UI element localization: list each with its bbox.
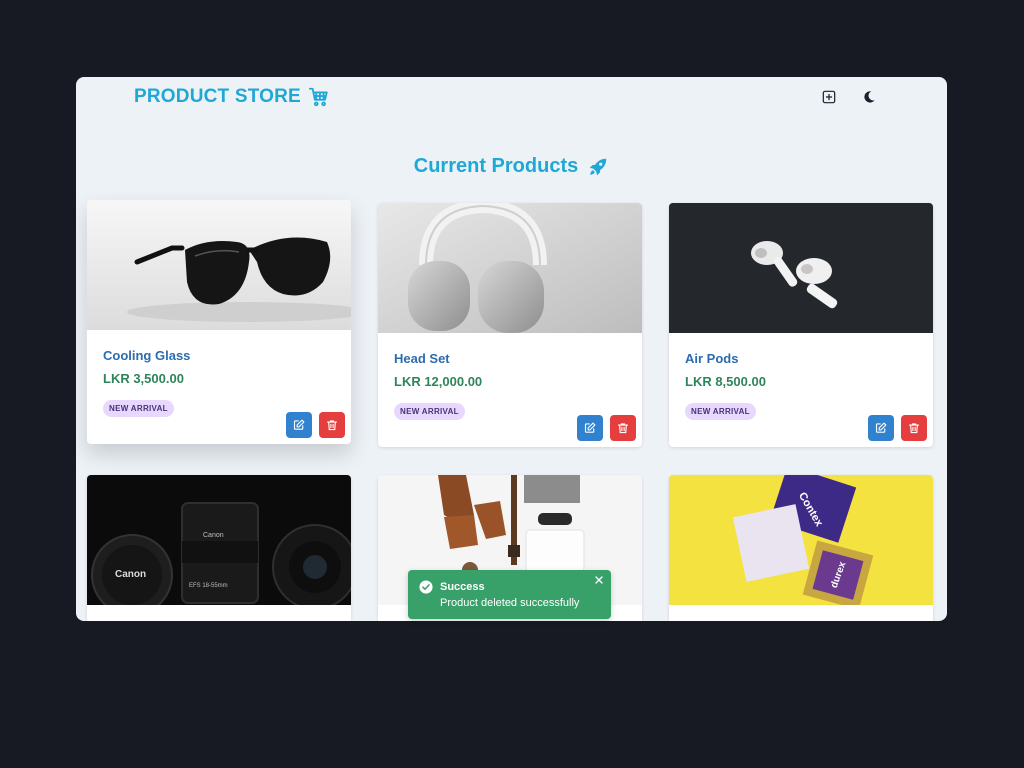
trash-icon (617, 423, 629, 434)
moon-icon (864, 91, 875, 103)
add-product-button[interactable] (816, 86, 842, 108)
navbar: PRODUCT STORE (76, 77, 947, 117)
product-card[interactable]: Cooling Glass LKR 3,500.00 NEW ARRIVAL (87, 200, 351, 444)
edit-icon (293, 419, 305, 430)
delete-button[interactable] (901, 415, 927, 441)
theme-toggle-button[interactable] (856, 86, 882, 108)
product-name: Air Pods (685, 351, 739, 366)
product-image (378, 203, 642, 333)
brand-title: PRODUCT STORE (134, 86, 301, 107)
svg-text:Canon: Canon (115, 569, 146, 580)
product-card[interactable]: Canon Canon EFS 18-55mm (87, 475, 351, 621)
status-badge: NEW ARRIVAL (103, 400, 174, 417)
toast-message: Product deleted successfully (440, 597, 580, 609)
trash-icon (908, 423, 920, 434)
product-price: LKR 8,500.00 (685, 374, 766, 389)
product-image (669, 203, 933, 333)
edit-icon (584, 422, 596, 433)
product-name: Cooling Glass (103, 348, 191, 363)
toast-title: Success (440, 581, 485, 593)
status-badge: NEW ARRIVAL (394, 403, 465, 420)
svg-text:EFS 18-55mm: EFS 18-55mm (189, 583, 228, 589)
product-card[interactable]: Head Set LKR 12,000.00 NEW ARRIVAL (378, 203, 642, 447)
close-icon[interactable] (593, 574, 605, 586)
edit-icon (875, 422, 887, 433)
section-heading: Current Products (76, 155, 947, 178)
trash-icon (326, 420, 338, 431)
product-card[interactable]: Air Pods LKR 8,500.00 NEW ARRIVAL (669, 203, 933, 447)
product-price: LKR 3,500.00 (103, 371, 184, 386)
rocket-icon (589, 158, 607, 175)
card-body: Cooling Glass LKR 3,500.00 NEW ARRIVAL (87, 330, 351, 444)
shopping-cart-icon (308, 87, 328, 107)
delete-button[interactable] (610, 415, 636, 441)
brand-link[interactable]: PRODUCT STORE (134, 86, 330, 108)
check-circle-icon (419, 580, 433, 594)
product-image (87, 200, 351, 330)
edit-button[interactable] (577, 415, 603, 441)
plus-square-icon (822, 90, 836, 104)
product-card[interactable]: Contex durex (669, 475, 933, 621)
status-badge: NEW ARRIVAL (685, 403, 756, 420)
product-name: Head Set (394, 351, 450, 366)
edit-button[interactable] (868, 415, 894, 441)
edit-button[interactable] (286, 412, 312, 438)
svg-text:Canon: Canon (203, 532, 224, 539)
product-image: Canon Canon EFS 18-55mm (87, 475, 351, 605)
product-image: Contex durex (669, 475, 933, 605)
delete-button[interactable] (319, 412, 345, 438)
card-body: Air Pods LKR 8,500.00 NEW ARRIVAL (669, 333, 933, 447)
app-window: PRODUCT STORE Current Products Cooling G… (76, 77, 947, 621)
page-title: Current Products (413, 155, 579, 177)
success-toast: Success Product deleted successfully (408, 570, 611, 619)
card-body: Head Set LKR 12,000.00 NEW ARRIVAL (378, 333, 642, 447)
product-price: LKR 12,000.00 (394, 374, 483, 389)
